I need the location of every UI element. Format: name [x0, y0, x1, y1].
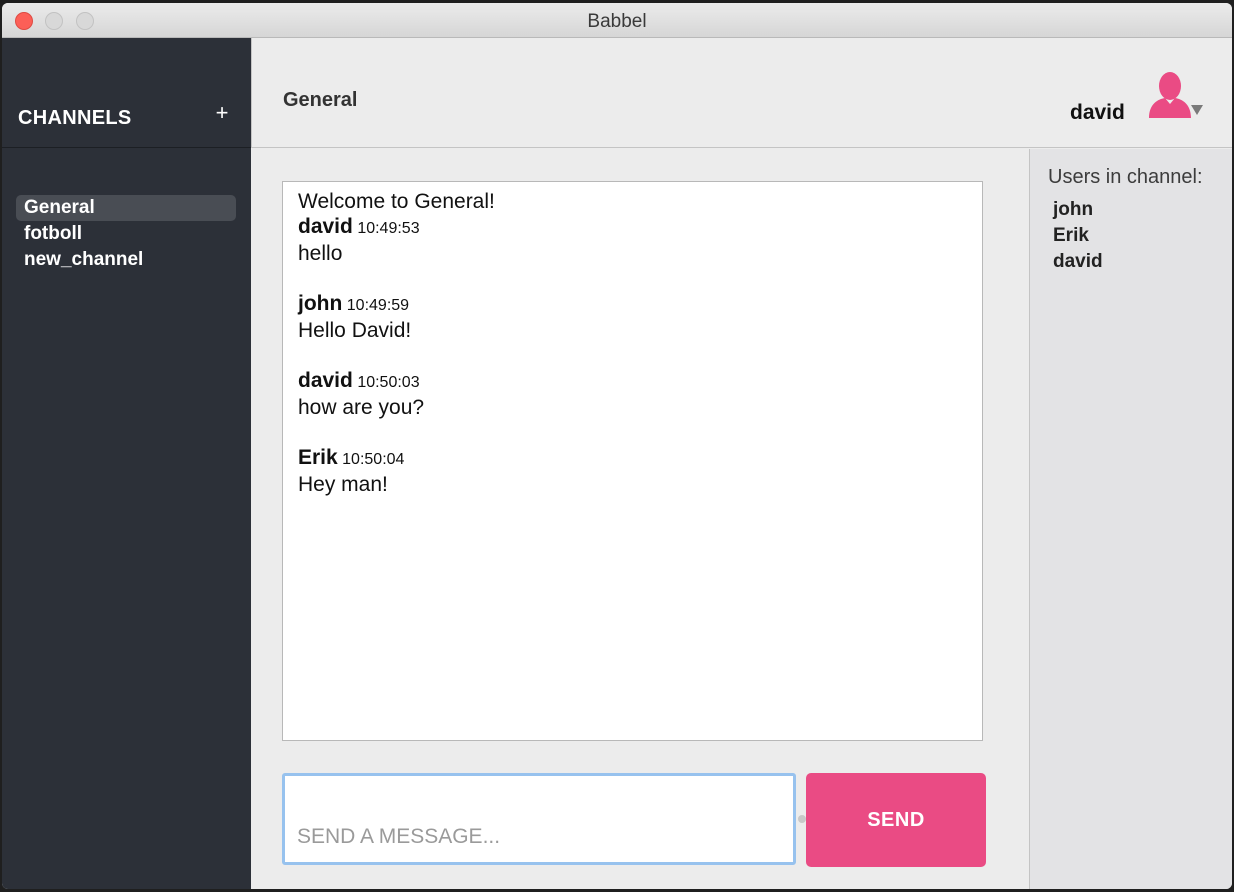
window-title: Babbel — [587, 11, 647, 32]
message-item: david 10:49:53 hello — [298, 214, 967, 266]
user-list: john Erik david — [1053, 197, 1103, 275]
message-timestamp: 10:50:03 — [357, 374, 420, 391]
message-item: Erik 10:50:04 Hey man! — [298, 445, 967, 497]
channel-header: General david — [251, 38, 1232, 148]
user-list-item[interactable]: john — [1053, 197, 1103, 223]
message-author: Erik — [298, 446, 338, 469]
message-timestamp: 10:49:53 — [357, 220, 420, 237]
app-window: Babbel CHANNELS + General fotboll new_ch… — [2, 3, 1232, 889]
message-author: john — [298, 292, 343, 315]
sidebar-header: CHANNELS + — [2, 38, 251, 148]
user-list-item[interactable]: david — [1053, 249, 1103, 275]
user-avatar-icon[interactable] — [1146, 68, 1206, 123]
current-channel-title: General — [283, 89, 358, 111]
channel-item-general[interactable]: General — [16, 195, 236, 221]
channel-item-new-channel[interactable]: new_channel — [16, 247, 236, 273]
channel-list: General fotboll new_channel — [16, 195, 236, 273]
users-panel-title: Users in channel: — [1048, 166, 1203, 188]
message-text: Hey man! — [298, 473, 388, 496]
user-list-item[interactable]: Erik — [1053, 223, 1103, 249]
chevron-down-icon — [1191, 105, 1203, 115]
welcome-message: Welcome to General! — [298, 190, 495, 213]
message-item: john 10:49:59 Hello David! — [298, 291, 967, 343]
message-item: david 10:50:03 how are you? — [298, 368, 967, 420]
send-button[interactable]: SEND — [806, 773, 986, 867]
message-author: david — [298, 369, 353, 392]
message-log[interactable]: Welcome to General! david 10:49:53 hello… — [282, 181, 983, 741]
message-input[interactable] — [282, 773, 796, 865]
resize-handle[interactable] — [798, 815, 806, 823]
chat-main-area: Welcome to General! david 10:49:53 hello… — [251, 149, 1029, 889]
title-bar: Babbel — [2, 3, 1232, 38]
current-username: david — [1070, 101, 1125, 124]
add-channel-button[interactable]: + — [210, 101, 234, 125]
message-author: david — [298, 215, 353, 238]
message-text: how are you? — [298, 396, 425, 419]
message-timestamp: 10:50:04 — [342, 451, 405, 468]
channels-sidebar: CHANNELS + General fotboll new_channel — [2, 38, 251, 889]
message-text: hello — [298, 242, 343, 265]
message-composer: SEND — [282, 773, 987, 867]
channel-item-fotboll[interactable]: fotboll — [16, 221, 236, 247]
message-timestamp: 10:49:59 — [346, 297, 410, 314]
channels-heading: CHANNELS — [18, 107, 132, 129]
message-text: Hello David! — [298, 319, 412, 342]
users-panel: Users in channel: john Erik david — [1029, 149, 1232, 889]
